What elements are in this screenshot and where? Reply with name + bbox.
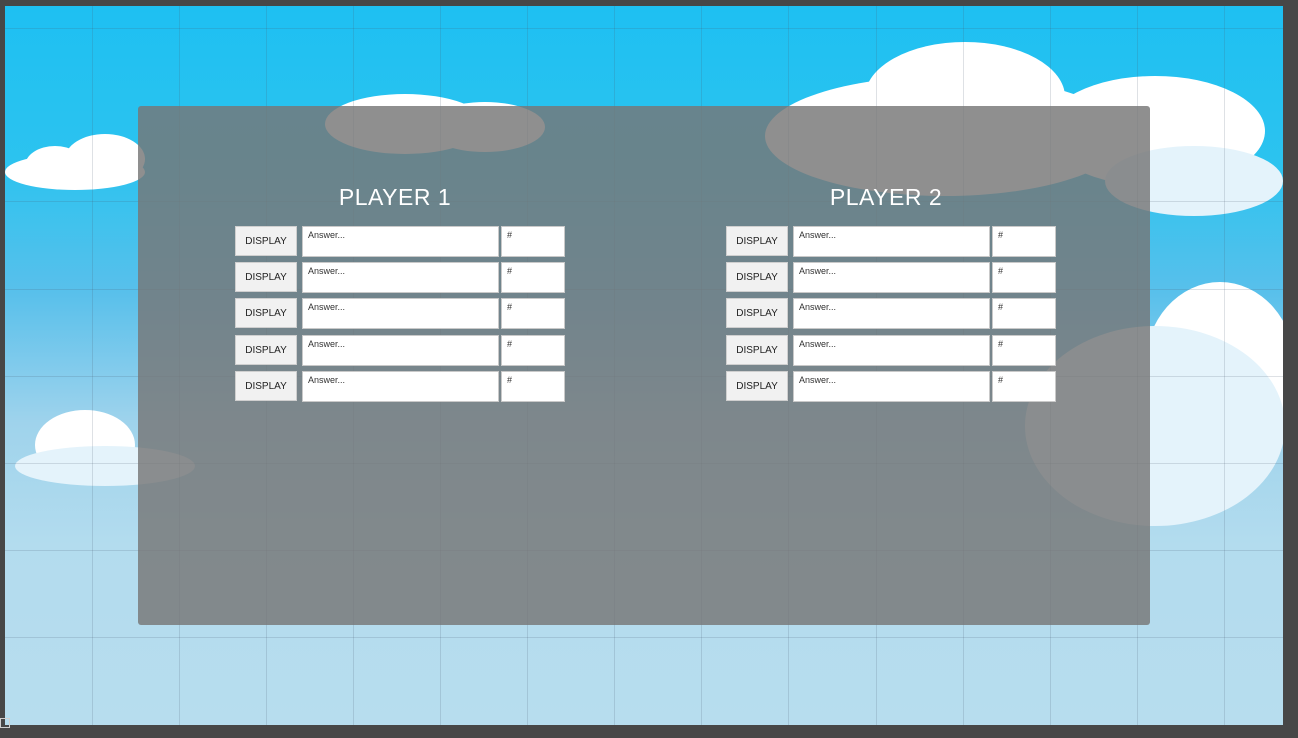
player-2-title: PLAYER 2 xyxy=(829,184,943,210)
points-input[interactable]: # xyxy=(501,226,565,257)
answer-input[interactable]: Answer... xyxy=(793,298,990,329)
points-input[interactable]: # xyxy=(501,262,565,293)
points-input[interactable]: # xyxy=(501,371,565,402)
display-button[interactable]: DISPLAY xyxy=(235,371,297,401)
display-button[interactable]: DISPLAY xyxy=(726,335,788,365)
answer-input[interactable]: Answer... xyxy=(302,335,499,366)
answer-input[interactable]: Answer... xyxy=(302,371,499,402)
answers-panel: PLAYER 1 DISPLAY Answer... # DISPLAY Ans… xyxy=(138,106,1150,625)
points-input[interactable]: # xyxy=(992,262,1056,293)
display-button[interactable]: DISPLAY xyxy=(235,335,297,365)
points-input[interactable]: # xyxy=(501,298,565,329)
answer-input[interactable]: Answer... xyxy=(793,335,990,366)
display-button[interactable]: DISPLAY xyxy=(235,226,297,256)
answer-input[interactable]: Answer... xyxy=(793,226,990,257)
display-button[interactable]: DISPLAY xyxy=(235,262,297,292)
answer-input[interactable]: Answer... xyxy=(302,298,499,329)
display-button[interactable]: DISPLAY xyxy=(726,262,788,292)
canvas-corner-handle[interactable] xyxy=(0,718,10,728)
points-input[interactable]: # xyxy=(992,226,1056,257)
answer-input[interactable]: Answer... xyxy=(793,262,990,293)
display-button[interactable]: DISPLAY xyxy=(726,226,788,256)
points-input[interactable]: # xyxy=(992,335,1056,366)
answer-input[interactable]: Answer... xyxy=(793,371,990,402)
player-1-title: PLAYER 1 xyxy=(338,184,452,210)
points-input[interactable]: # xyxy=(501,335,565,366)
display-button[interactable]: DISPLAY xyxy=(235,298,297,328)
answer-input[interactable]: Answer... xyxy=(302,262,499,293)
display-button[interactable]: DISPLAY xyxy=(726,298,788,328)
display-button[interactable]: DISPLAY xyxy=(726,371,788,401)
game-viewport: PLAYER 1 DISPLAY Answer... # DISPLAY Ans… xyxy=(5,6,1283,725)
answer-input[interactable]: Answer... xyxy=(302,226,499,257)
points-input[interactable]: # xyxy=(992,298,1056,329)
points-input[interactable]: # xyxy=(992,371,1056,402)
